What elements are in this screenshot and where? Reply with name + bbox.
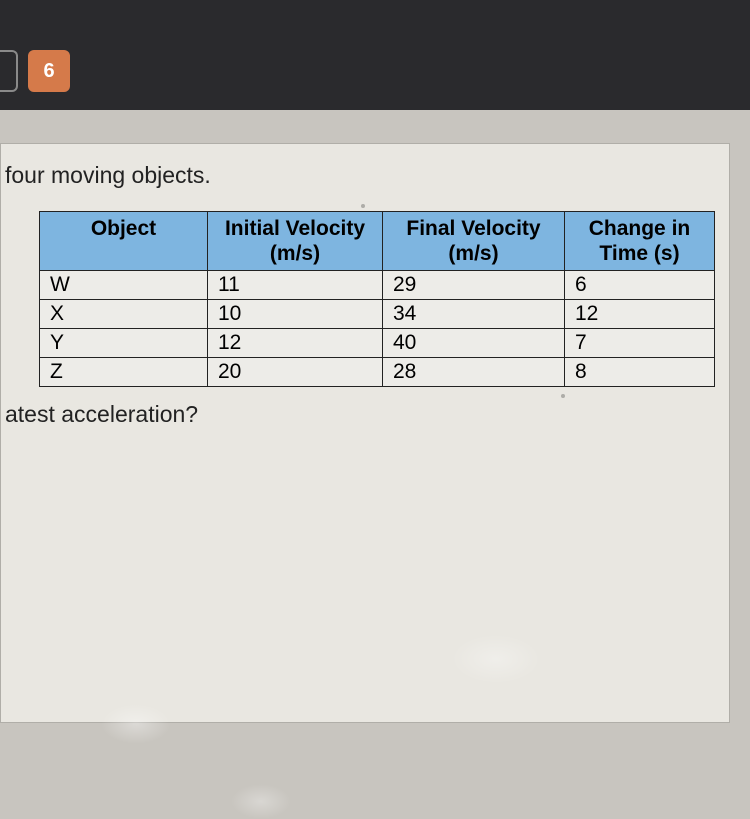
- cell-object: W: [40, 271, 208, 300]
- cell-change-time: 6: [565, 271, 715, 300]
- prompt-text-bottom: atest acceleration?: [1, 401, 729, 428]
- cell-object: Y: [40, 329, 208, 358]
- header-ct-line1: Change in: [589, 217, 691, 240]
- screen-glare: [231, 784, 291, 819]
- screen-glare: [451, 634, 541, 684]
- header-iv-line1: Initial Velocity: [225, 217, 365, 240]
- dust-speck: [361, 204, 365, 208]
- table-row: Z 20 28 8: [40, 358, 715, 387]
- app-header-bar: 6: [0, 0, 750, 110]
- cell-initial-velocity: 12: [208, 329, 383, 358]
- nav-current-label: 6: [43, 60, 54, 83]
- cell-final-velocity: 34: [383, 300, 565, 329]
- cell-final-velocity: 40: [383, 329, 565, 358]
- header-change-time: Change in Time (s): [565, 212, 715, 271]
- cell-initial-velocity: 10: [208, 300, 383, 329]
- header-fv-line1: Final Velocity: [406, 217, 540, 240]
- cell-final-velocity: 29: [383, 271, 565, 300]
- header-fv-line2: (m/s): [448, 242, 498, 265]
- header-initial-velocity: Initial Velocity (m/s): [208, 212, 383, 271]
- dust-speck: [561, 394, 565, 398]
- prompt-text-top: four moving objects.: [1, 162, 729, 189]
- table-row: Y 12 40 7: [40, 329, 715, 358]
- velocity-table: Object Initial Velocity (m/s) Final Velo…: [39, 211, 715, 387]
- cell-change-time: 8: [565, 358, 715, 387]
- cell-change-time: 7: [565, 329, 715, 358]
- cell-initial-velocity: 11: [208, 271, 383, 300]
- cell-initial-velocity: 20: [208, 358, 383, 387]
- header-object: Object: [40, 212, 208, 271]
- cell-final-velocity: 28: [383, 358, 565, 387]
- question-panel: four moving objects. Object Initial Velo…: [0, 143, 730, 723]
- cell-object: Z: [40, 358, 208, 387]
- cell-change-time: 12: [565, 300, 715, 329]
- cell-object: X: [40, 300, 208, 329]
- header-final-velocity: Final Velocity (m/s): [383, 212, 565, 271]
- header-iv-line2: (m/s): [270, 242, 320, 265]
- nav-prev-button-fragment[interactable]: [0, 50, 18, 92]
- table-row: X 10 34 12: [40, 300, 715, 329]
- header-ct-line2: Time (s): [599, 242, 679, 265]
- screen-glare: [101, 704, 171, 744]
- table-header-row: Object Initial Velocity (m/s) Final Velo…: [40, 212, 715, 271]
- nav-current-question-button[interactable]: 6: [28, 50, 70, 92]
- table-row: W 11 29 6: [40, 271, 715, 300]
